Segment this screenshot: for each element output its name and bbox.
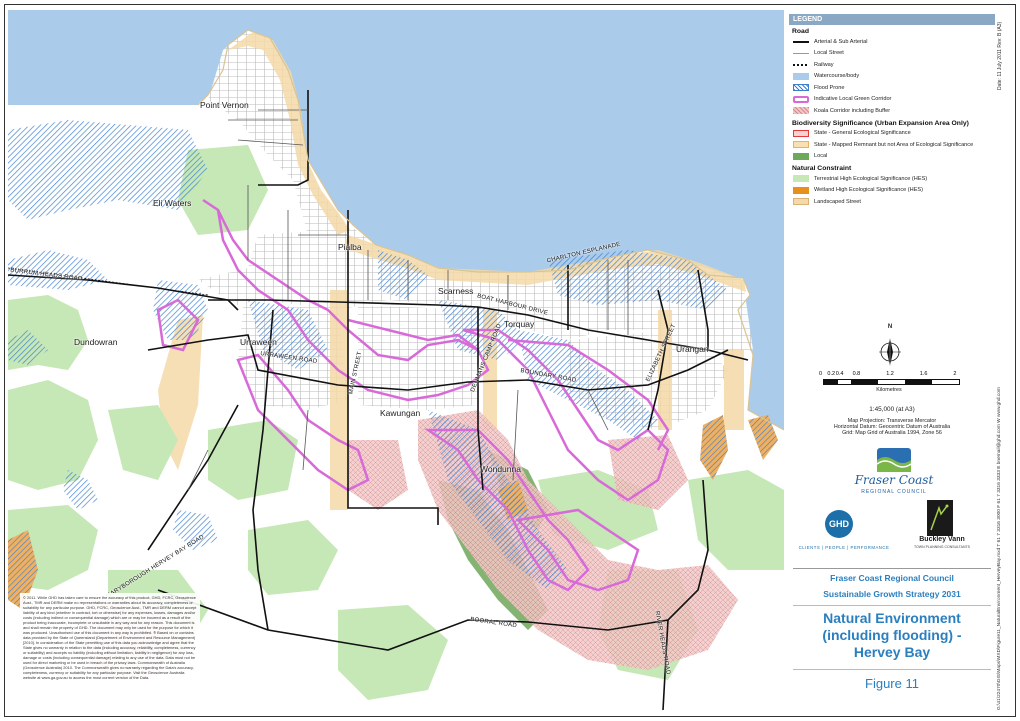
- legend-heading-biodiversity: Biodiversity Significance (Urban Expansi…: [792, 119, 969, 127]
- place-torquay: Torquay: [504, 319, 535, 329]
- flood-swatch: [793, 84, 809, 92]
- ghd-tagline: CLIENTS | PEOPLE | PERFORMANCE: [798, 545, 890, 550]
- fraser-coast-logo: Fraser Coast REGIONAL COUNCIL: [839, 448, 949, 498]
- scale-tick-label: 0.8: [852, 371, 861, 377]
- north-label: N: [887, 324, 893, 330]
- landscaped-swatch: [793, 198, 809, 206]
- place-wondunna: Wondunna: [480, 464, 521, 474]
- map-canvas[interactable]: Point Vernon Eli Waters Pialba Scarness …: [8, 10, 784, 710]
- legend-road-item-railway: Railway: [789, 59, 995, 71]
- legend-road-item-local-street: Local Street: [789, 48, 995, 60]
- wetland-swatch: [793, 186, 809, 194]
- title-block: Fraser Coast Regional Council Sustainabl…: [789, 568, 995, 712]
- legend-title: LEGEND: [789, 14, 995, 25]
- local-street-swatch: [793, 52, 809, 54]
- legend-road-item-corridor: Indicative Local Green Corridor: [789, 94, 995, 106]
- place-point-vernon: Point Vernon: [200, 100, 249, 110]
- legend-label: Local: [814, 153, 828, 160]
- scale-tick-label: 1.6: [919, 371, 928, 377]
- project-name: Sustainable Growth Strategy 2031: [823, 589, 961, 599]
- legend-label: Local Street: [814, 50, 844, 57]
- scale-ratio: 1:45,000 (at A3): [869, 406, 915, 413]
- ghd-logo: GHD: [825, 510, 853, 538]
- file-path-contact-text: G:\41\22470\GIS\Maps\MXD\Figure11_Natura…: [997, 387, 1002, 710]
- legend-bio-item-state-remnant: State - Mapped Remnant but not Area of E…: [789, 139, 995, 151]
- copyright-notice: © 2011. While GHD has taken care to ensu…: [20, 593, 200, 710]
- buckley-vann-tagline: TOWN PLANNING CONSULTANTS: [913, 545, 970, 549]
- scale-ticks: 0 0.2 0.4 0.8 1.2 1.6 2: [819, 371, 979, 379]
- scale-bar-graphic: [823, 379, 960, 385]
- legend-nat-item-hes: Terrestrial High Ecological Significance…: [789, 173, 995, 185]
- legend-bio-item-local: Local: [789, 151, 995, 163]
- north-arrow-icon: [879, 338, 901, 366]
- client-name: Fraser Coast Regional Council: [830, 573, 954, 583]
- legend-road-item-arterial: Arterial & Sub Arterial: [789, 36, 995, 48]
- railway-swatch: [793, 63, 809, 66]
- legend-panel: LEGEND Road Arterial & Sub Arterial Local…: [789, 14, 995, 712]
- arterial-swatch: [793, 40, 809, 43]
- place-urangan: Urangan: [676, 344, 709, 354]
- koala-swatch: [793, 107, 809, 115]
- legend-label: State - Mapped Remnant but not Area of E…: [814, 141, 974, 148]
- legend-road-item-watercourse: Watercourse/body: [789, 71, 995, 83]
- legend-label: State - General Ecological Significance: [814, 130, 911, 137]
- scale-tick-label: 0.2: [827, 371, 836, 377]
- legend-road-items: Arterial & Sub Arterial Local Street Railw…: [789, 36, 995, 117]
- fraser-coast-emblem-icon: [877, 448, 911, 472]
- legend-label: Wetland High Ecological Significance (HE…: [814, 187, 924, 194]
- state-general-swatch: [793, 129, 809, 137]
- place-kawungan: Kawungan: [380, 408, 421, 418]
- scale-tick-label: 0: [819, 371, 823, 377]
- state-remnant-swatch: [793, 141, 809, 149]
- place-pialba: Pialba: [338, 242, 362, 252]
- place-scarness: Scarness: [438, 286, 474, 296]
- projection-info: Map Projection: Transverse Mercator Hori…: [789, 418, 995, 436]
- place-eli-waters: Eli Waters: [153, 198, 192, 208]
- scale-tick-label: 0.4: [835, 371, 844, 377]
- legend-natural-items: Terrestrial High Ecological Significance…: [789, 173, 995, 208]
- legend-label: Indicative Local Green Corridor: [814, 96, 892, 103]
- legend-nat-item-landscaped: Landscaped Street: [789, 196, 995, 208]
- legend-label: Watercourse/body: [814, 73, 860, 80]
- legend-label: Arterial & Sub Arterial: [814, 38, 868, 45]
- watercourse-swatch: [793, 72, 809, 80]
- place-dundowran: Dundowran: [74, 337, 118, 347]
- place-urraween: Urraween: [240, 337, 277, 347]
- legend-label: Terrestrial High Ecological Significance…: [814, 175, 928, 182]
- date-revision: Date: 11 July 2011 Rev: B (A3): [997, 20, 1009, 90]
- buckley-vann-emblem-icon: [927, 500, 953, 536]
- legend-label: Railway: [814, 61, 834, 68]
- scale-tick-label: 1.2: [886, 371, 894, 377]
- scale-unit: Kilometres: [876, 387, 902, 393]
- hes-swatch: [793, 175, 809, 183]
- fraser-coast-subtitle: REGIONAL COUNCIL: [861, 489, 927, 495]
- legend-bio-item-state-general: State - General Ecological Significance: [789, 128, 995, 140]
- scale-bar: 0 0.2 0.4 0.8 1.2 1.6 2 Kilometres: [819, 371, 979, 401]
- fraser-coast-wordmark: Fraser Coast: [854, 473, 934, 487]
- map-title: Natural Environment (including flooding)…: [822, 610, 962, 660]
- legend-heading-natural: Natural Constraint: [792, 165, 852, 172]
- local-swatch: [793, 152, 809, 160]
- grid-line: Grid: Map Grid of Australia 1994, Zone 5…: [842, 430, 942, 436]
- legend-nat-item-wetland: Wetland High Ecological Significance (HE…: [789, 185, 995, 197]
- legend-road-item-flood: Flood Prone: [789, 82, 995, 94]
- legend-biodiversity-items: State - General Ecological Significance S…: [789, 128, 995, 163]
- figure-number: Figure 11: [865, 676, 919, 691]
- buckley-vann-wordmark: Buckley Vann: [919, 536, 965, 543]
- legend-label: Landscaped Street: [814, 198, 861, 205]
- corridor-swatch: [793, 95, 809, 103]
- scale-tick-label: 2: [953, 371, 957, 377]
- legend-label: Flood Prone: [814, 84, 845, 91]
- legend-label: Koala Corridor including Buffer: [814, 107, 891, 114]
- legend-road-item-koala: Koala Corridor including Buffer: [789, 105, 995, 117]
- legend-heading-road: Road: [792, 28, 809, 35]
- file-path-contact: G:\41\22470\GIS\Maps\MXD\Figure11_Natura…: [997, 380, 1009, 710]
- date-revision-text: Date: 11 July 2011 Rev: B (A3): [997, 21, 1003, 90]
